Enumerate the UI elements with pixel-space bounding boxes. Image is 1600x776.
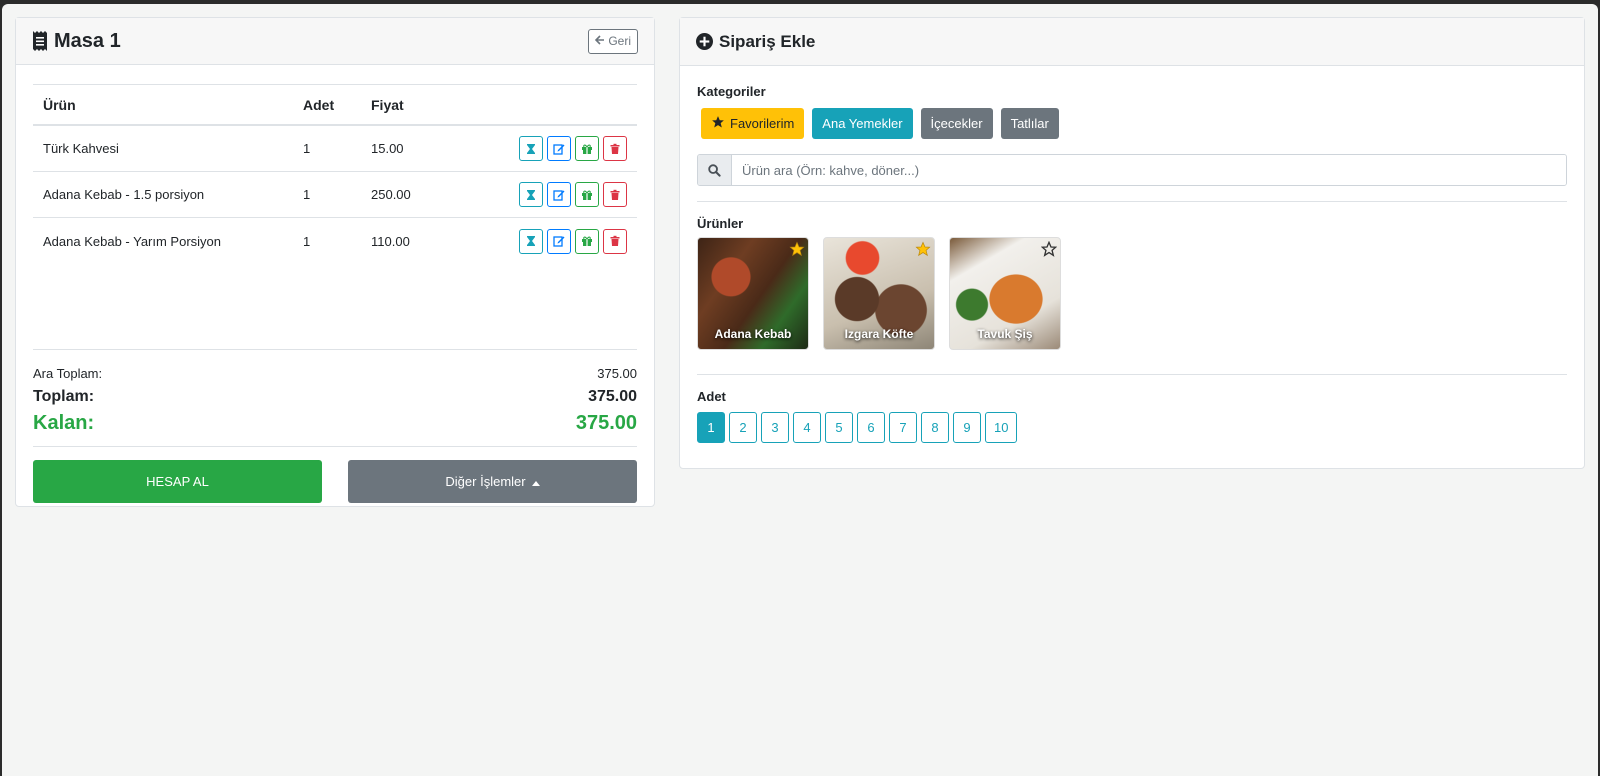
- product-name: Izgara Köfte: [844, 327, 914, 341]
- edit-icon[interactable]: [547, 228, 571, 254]
- add-order-header: Sipariş Ekle: [680, 18, 1584, 66]
- remaining-label: Kalan:: [33, 411, 95, 434]
- qty-option[interactable]: 1: [697, 412, 725, 443]
- table-row: Adana Kebab - 1.5 porsiyon 1 250.00: [33, 172, 637, 218]
- back-label: Geri: [608, 34, 631, 48]
- qty-option[interactable]: 9: [953, 412, 981, 443]
- star-icon: [711, 115, 725, 132]
- add-order-card: Sipariş Ekle Kategoriler Favorilerim Ana…: [679, 17, 1585, 469]
- gift-icon[interactable]: [575, 228, 599, 254]
- other-actions-button[interactable]: Diğer İşlemler: [348, 460, 637, 503]
- row-price: 110.00: [371, 233, 410, 249]
- qty-option[interactable]: 8: [921, 412, 949, 443]
- category-desserts[interactable]: Tatlılar: [1000, 108, 1059, 139]
- pay-button[interactable]: HESAP AL: [33, 460, 322, 503]
- search-input[interactable]: [732, 155, 1566, 185]
- product-card-tavuk-sis[interactable]: Tavuk Şiş: [949, 237, 1061, 350]
- product-card-izgara-kofte[interactable]: Izgara Köfte: [823, 237, 935, 350]
- divider: [697, 374, 1567, 375]
- row-product-name: Türk Kahvesi: [43, 141, 119, 156]
- table-row: Adana Kebab - Yarım Porsiyon 1 110.00: [33, 218, 637, 264]
- category-favorites[interactable]: Favorilerim: [701, 108, 805, 139]
- product-card-adana-kebab[interactable]: Adana Kebab: [697, 237, 809, 350]
- receipt-icon: [32, 31, 48, 51]
- trash-icon[interactable]: [603, 182, 627, 207]
- category-buttons: Favorilerim Ana Yemekler İçecekler Tatlı…: [701, 108, 1567, 139]
- order-totals: Ara Toplam: 375.00 Toplam: 375.00 Kalan:…: [33, 349, 637, 447]
- category-favorites-label: Favorilerim: [730, 116, 795, 131]
- page-title: Masa 1: [54, 29, 121, 52]
- star-icon[interactable]: [915, 241, 931, 260]
- row-product-name: Adana Kebab - 1.5 porsiyon: [43, 187, 205, 202]
- edit-icon[interactable]: [547, 182, 571, 207]
- search-icon: [698, 155, 732, 185]
- product-grid: Adana Kebab Izgara Köfte Tavuk Şiş: [697, 237, 1567, 350]
- order-table: Ürün Adet Fiyat Türk Kahvesi 1 15.00 Ada…: [33, 84, 637, 264]
- qty-option[interactable]: 3: [761, 412, 789, 443]
- trash-icon[interactable]: [603, 136, 627, 161]
- row-price: 15.00: [371, 141, 404, 156]
- gift-icon[interactable]: [575, 136, 599, 161]
- row-price: 250.00: [371, 187, 411, 202]
- row-product-name: Adana Kebab - Yarım Porsiyon: [43, 233, 222, 249]
- caret-up-icon: [531, 474, 540, 489]
- product-name: Tavuk Şiş: [977, 327, 1033, 341]
- arrow-left-icon: [595, 34, 605, 48]
- plus-circle-icon: [696, 33, 713, 50]
- table-order-card: Masa 1 Geri Ürün Adet Fiyat Türk Kahvesi…: [15, 17, 655, 507]
- qty-option[interactable]: 7: [889, 412, 917, 443]
- table-order-header: Masa 1 Geri: [16, 18, 654, 65]
- other-actions-label: Diğer İşlemler: [445, 474, 526, 489]
- hourglass-icon[interactable]: [519, 136, 543, 161]
- divider: [697, 201, 1567, 202]
- subtotal-label: Ara Toplam:: [33, 365, 103, 381]
- add-order-title: Sipariş Ekle: [719, 31, 816, 51]
- gift-icon[interactable]: [575, 182, 599, 207]
- total-value: 375.00: [588, 388, 637, 405]
- hourglass-icon[interactable]: [519, 182, 543, 207]
- column-header-product: Ürün: [43, 96, 76, 113]
- table-row: Türk Kahvesi 1 15.00: [33, 126, 637, 172]
- qty-label: Adet: [697, 389, 726, 404]
- order-actions: HESAP AL Diğer İşlemler: [33, 460, 637, 503]
- qty-selector: 1 2 3 4 5 6 7 8 9 10: [697, 412, 1567, 443]
- divider: [33, 446, 637, 447]
- products-label: Ürünler: [697, 216, 744, 231]
- qty-option[interactable]: 10: [985, 412, 1018, 443]
- qty-option[interactable]: 5: [825, 412, 853, 443]
- category-main-dishes[interactable]: Ana Yemekler: [812, 108, 913, 139]
- category-drinks[interactable]: İçecekler: [920, 108, 993, 139]
- back-button[interactable]: Geri: [588, 28, 638, 54]
- column-header-qty: Adet: [303, 96, 335, 113]
- table-header: Ürün Adet Fiyat: [33, 84, 637, 126]
- trash-icon[interactable]: [603, 228, 627, 254]
- row-qty: 1: [303, 233, 311, 249]
- hourglass-icon[interactable]: [519, 228, 543, 254]
- row-qty: 1: [303, 141, 311, 156]
- categories-label: Kategoriler: [697, 84, 766, 99]
- qty-option[interactable]: 2: [729, 412, 757, 443]
- qty-option[interactable]: 6: [857, 412, 885, 443]
- star-outline-icon[interactable]: [1040, 240, 1058, 260]
- product-search: [697, 154, 1567, 186]
- product-name: Adana Kebab: [714, 327, 792, 341]
- total-label: Toplam:: [33, 388, 95, 405]
- row-qty: 1: [303, 187, 311, 202]
- subtotal-value: 375.00: [597, 365, 637, 381]
- column-header-price: Fiyat: [371, 96, 404, 113]
- remaining-value: 375.00: [575, 411, 637, 434]
- app-page: Masa 1 Geri Ürün Adet Fiyat Türk Kahvesi…: [2, 4, 1598, 776]
- edit-icon[interactable]: [547, 136, 571, 161]
- star-icon[interactable]: [789, 241, 805, 260]
- qty-option[interactable]: 4: [793, 412, 821, 443]
